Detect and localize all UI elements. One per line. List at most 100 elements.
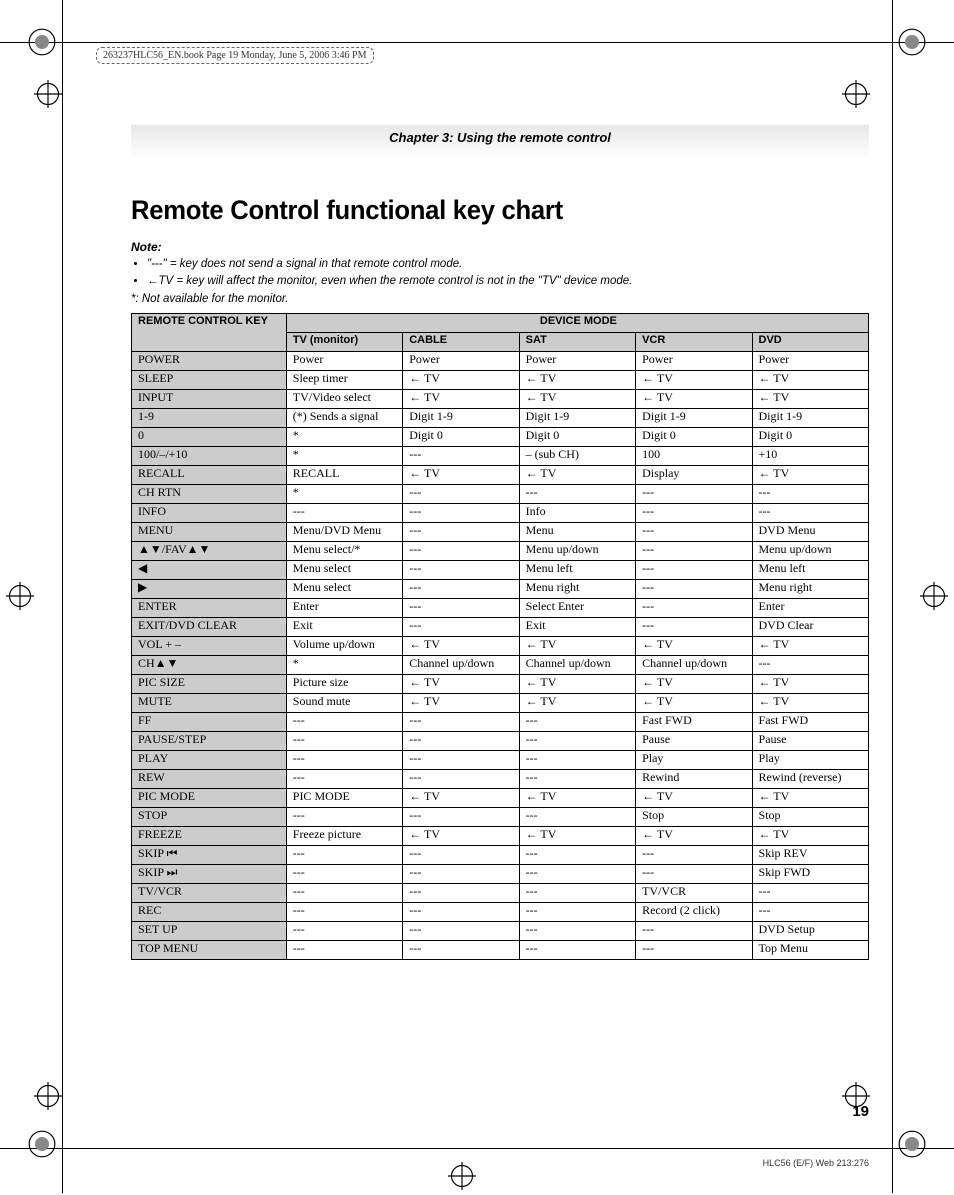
value-cell: Digit 0 xyxy=(519,427,635,446)
page-title: Remote Control functional key chart xyxy=(131,195,832,226)
table-row: TV/VCR---------TV/VCR--- xyxy=(132,883,869,902)
value-cell: Rewind xyxy=(636,769,752,788)
value-cell: --- xyxy=(403,731,519,750)
value-cell: ← TV xyxy=(752,636,868,655)
table-row: MENUMenu/DVD Menu---Menu---DVD Menu xyxy=(132,522,869,541)
value-cell: --- xyxy=(636,541,752,560)
table-row: FF---------Fast FWDFast FWD xyxy=(132,712,869,731)
value-cell: --- xyxy=(519,845,635,864)
table-row: FREEZEFreeze picture← TV← TV← TV← TV xyxy=(132,826,869,845)
value-cell: --- xyxy=(403,902,519,921)
value-cell: --- xyxy=(519,731,635,750)
value-cell: Menu/DVD Menu xyxy=(286,522,402,541)
value-cell: --- xyxy=(636,864,752,883)
value-cell: Stop xyxy=(752,807,868,826)
value-cell: --- xyxy=(519,769,635,788)
key-cell: EXIT/DVD CLEAR xyxy=(132,617,287,636)
key-cell: TV/VCR xyxy=(132,883,287,902)
table-row: ▶Menu select---Menu right---Menu right xyxy=(132,579,869,598)
source-file-stamp: 263237HLC56_EN.book Page 19 Monday, June… xyxy=(96,47,374,64)
table-row: TOP MENU------------Top Menu xyxy=(132,940,869,959)
value-cell: ← TV xyxy=(636,636,752,655)
key-cell: SKIP ⏭ xyxy=(132,864,287,883)
value-cell: Menu left xyxy=(519,560,635,579)
value-cell: * xyxy=(286,427,402,446)
value-cell: --- xyxy=(403,845,519,864)
table-row: PAUSE/STEP---------PausePause xyxy=(132,731,869,750)
value-cell: --- xyxy=(403,579,519,598)
key-cell: STOP xyxy=(132,807,287,826)
value-cell: DVD Clear xyxy=(752,617,868,636)
key-cell: CH RTN xyxy=(132,484,287,503)
table-row: ENTEREnter---Select Enter---Enter xyxy=(132,598,869,617)
key-cell: PAUSE/STEP xyxy=(132,731,287,750)
key-cell: MUTE xyxy=(132,693,287,712)
value-cell: --- xyxy=(519,712,635,731)
value-cell: --- xyxy=(636,560,752,579)
value-cell: Pause xyxy=(636,731,752,750)
table-row: RECALLRECALL← TV← TVDisplay← TV xyxy=(132,465,869,484)
value-cell: PIC MODE xyxy=(286,788,402,807)
table-row: POWERPowerPowerPowerPowerPower xyxy=(132,351,869,370)
value-cell: 100 xyxy=(636,446,752,465)
value-cell: ← TV xyxy=(752,674,868,693)
key-cell: FREEZE xyxy=(132,826,287,845)
value-cell: Stop xyxy=(636,807,752,826)
table-row: SLEEPSleep timer← TV← TV← TV← TV xyxy=(132,370,869,389)
value-cell: --- xyxy=(519,921,635,940)
value-cell: --- xyxy=(403,541,519,560)
key-cell: SLEEP xyxy=(132,370,287,389)
header-remote-key: REMOTE CONTROL KEY xyxy=(132,313,287,351)
key-cell: ENTER xyxy=(132,598,287,617)
value-cell: ← TV xyxy=(403,788,519,807)
value-cell: --- xyxy=(403,503,519,522)
header-dvd: DVD xyxy=(752,332,868,351)
header-tv: TV (monitor) xyxy=(286,332,402,351)
value-cell: DVD Setup xyxy=(752,921,868,940)
value-cell: --- xyxy=(519,902,635,921)
key-cell: REW xyxy=(132,769,287,788)
note-asterisk: *: Not available for the monitor. xyxy=(131,293,869,305)
table-row: VOL + –Volume up/down← TV← TV← TV← TV xyxy=(132,636,869,655)
value-cell: ← TV xyxy=(519,693,635,712)
value-cell: DVD Menu xyxy=(752,522,868,541)
value-cell: ← TV xyxy=(519,389,635,408)
value-cell: Rewind (reverse) xyxy=(752,769,868,788)
value-cell: --- xyxy=(636,484,752,503)
value-cell: --- xyxy=(636,940,752,959)
value-cell: Select Enter xyxy=(519,598,635,617)
key-cell: INPUT xyxy=(132,389,287,408)
table-row: EXIT/DVD CLEARExit---Exit---DVD Clear xyxy=(132,617,869,636)
value-cell: Record (2 click) xyxy=(636,902,752,921)
value-cell: Channel up/down xyxy=(519,655,635,674)
value-cell: --- xyxy=(636,921,752,940)
table-row: PIC MODEPIC MODE← TV← TV← TV← TV xyxy=(132,788,869,807)
value-cell: Fast FWD xyxy=(752,712,868,731)
value-cell: ← TV xyxy=(752,389,868,408)
key-cell: 100/–/+10 xyxy=(132,446,287,465)
key-cell: 0 xyxy=(132,427,287,446)
value-cell: +10 xyxy=(752,446,868,465)
value-cell: ← TV xyxy=(752,465,868,484)
key-cell: FF xyxy=(132,712,287,731)
header-vcr: VCR xyxy=(636,332,752,351)
value-cell: --- xyxy=(286,845,402,864)
value-cell: Info xyxy=(519,503,635,522)
value-cell: Menu xyxy=(519,522,635,541)
key-cell: 1-9 xyxy=(132,408,287,427)
note-item: "---" = key does not send a signal in th… xyxy=(147,256,869,273)
value-cell: Power xyxy=(403,351,519,370)
table-row: REW---------RewindRewind (reverse) xyxy=(132,769,869,788)
value-cell: --- xyxy=(403,522,519,541)
value-cell: Digit 1-9 xyxy=(403,408,519,427)
note-list: "---" = key does not send a signal in th… xyxy=(131,256,869,291)
value-cell: Play xyxy=(752,750,868,769)
value-cell: Digit 0 xyxy=(636,427,752,446)
footer-id: HLC56 (E/F) Web 213:276 xyxy=(763,1158,869,1168)
value-cell: --- xyxy=(636,617,752,636)
value-cell: Power xyxy=(752,351,868,370)
table-row: INFO------Info------ xyxy=(132,503,869,522)
value-cell: --- xyxy=(286,712,402,731)
value-cell: TV/Video select xyxy=(286,389,402,408)
value-cell: Menu select/* xyxy=(286,541,402,560)
